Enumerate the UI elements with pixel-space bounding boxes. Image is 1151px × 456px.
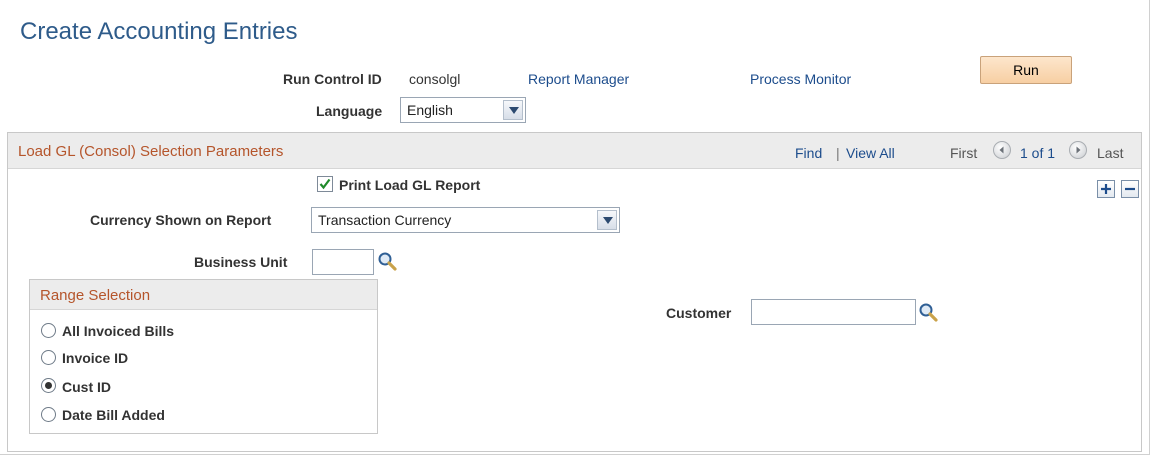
find-view-all-separator: | (836, 145, 840, 161)
find-link[interactable]: Find (795, 145, 822, 161)
radio-label-invoice-id: Invoice ID (62, 350, 129, 366)
plus-icon (1101, 184, 1111, 194)
run-control-id-label: Run Control ID (283, 71, 382, 87)
delete-row-button[interactable] (1121, 180, 1139, 198)
range-selection-title: Range Selection (40, 287, 151, 304)
language-select-value: English (407, 102, 453, 118)
radio-cust-id[interactable] (41, 378, 56, 393)
run-control-id-value: consolgl (409, 71, 461, 87)
checkmark-icon (319, 178, 331, 190)
customer-label: Customer (666, 305, 732, 321)
radio-label-cust-id: Cust ID (62, 379, 111, 395)
first-label: First (950, 145, 978, 161)
currency-select[interactable]: Transaction Currency (311, 207, 620, 233)
previous-arrow-icon[interactable] (993, 141, 1011, 159)
radio-label-date-bill-added: Date Bill Added (62, 407, 165, 423)
minus-icon (1125, 187, 1135, 191)
report-manager-link[interactable]: Report Manager (528, 71, 629, 87)
radio-all-invoiced-bills[interactable] (41, 323, 56, 338)
row-count: 1 of 1 (1020, 145, 1056, 161)
next-arrow-icon[interactable] (1069, 141, 1087, 159)
view-all-link[interactable]: View All (846, 145, 895, 161)
radio-date-bill-added[interactable] (41, 407, 56, 422)
customer-lookup-search-icon[interactable] (918, 302, 938, 322)
language-select[interactable]: English (400, 97, 526, 123)
radio-selected-dot (45, 382, 52, 389)
chevron-down-icon[interactable] (503, 100, 523, 120)
process-monitor-link[interactable]: Process Monitor (750, 71, 851, 87)
last-label: Last (1097, 145, 1124, 161)
currency-select-value: Transaction Currency (318, 212, 452, 228)
print-load-gl-label: Print Load GL Report (339, 177, 481, 193)
panel-title: Load GL (Consol) Selection Parameters (18, 143, 284, 160)
run-button[interactable]: Run (980, 56, 1072, 84)
add-row-button[interactable] (1097, 180, 1115, 198)
language-label: Language (316, 103, 383, 119)
currency-label: Currency Shown on Report (90, 212, 272, 228)
customer-input[interactable] (751, 299, 916, 325)
business-unit-lookup-search-icon[interactable] (377, 251, 397, 271)
page-title: Create Accounting Entries (20, 18, 298, 45)
radio-invoice-id[interactable] (41, 350, 56, 365)
chevron-down-icon[interactable] (597, 210, 617, 230)
business-unit-label: Business Unit (194, 254, 288, 270)
business-unit-input[interactable] (312, 249, 374, 275)
print-load-gl-checkbox[interactable] (317, 176, 333, 192)
radio-label-all-invoiced-bills: All Invoiced Bills (62, 323, 175, 339)
